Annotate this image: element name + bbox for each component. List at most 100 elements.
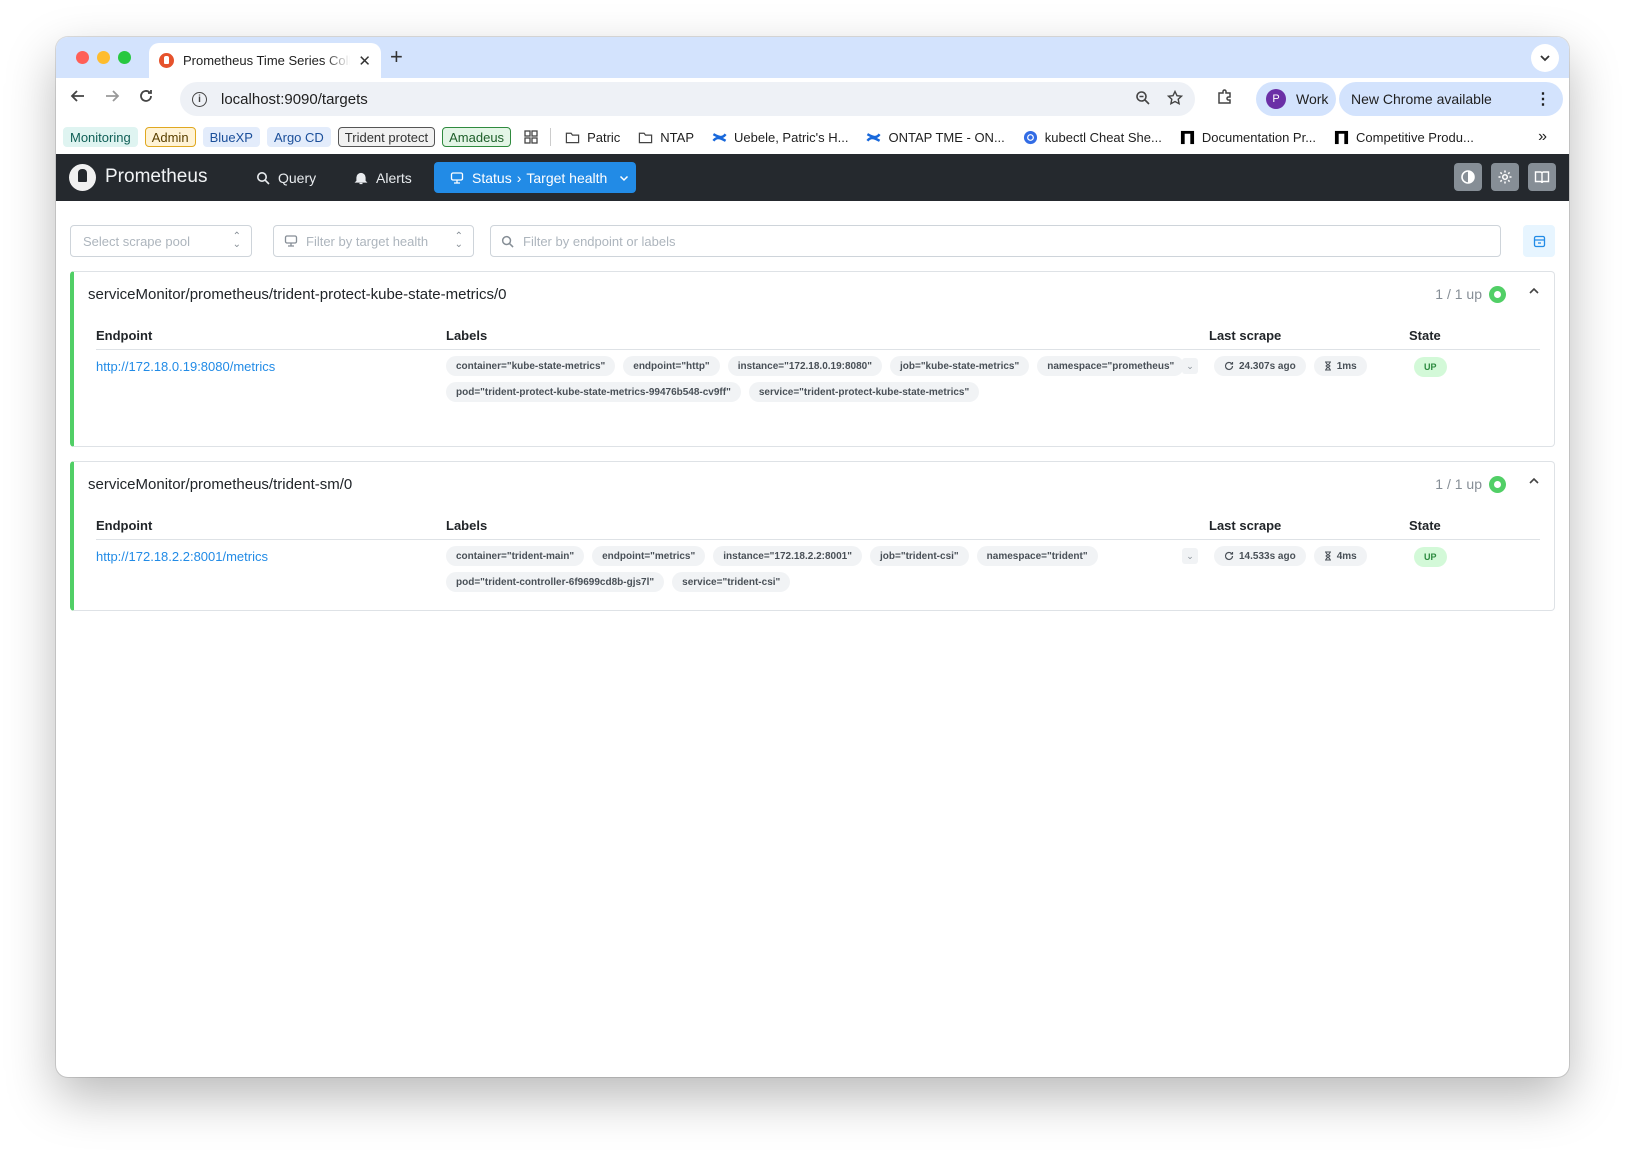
target-endpoint-link[interactable]: http://172.18.2.2:8001/metrics: [96, 549, 268, 564]
bookmark-star-icon[interactable]: [1167, 90, 1183, 106]
bookmark-item[interactable]: ONTAP TME - ON...: [866, 130, 1005, 145]
collapse-pool-button[interactable]: [1528, 284, 1540, 300]
scrape-pool-card: serviceMonitor/prometheus/trident-protec…: [70, 271, 1555, 447]
site-info-icon[interactable]: i: [192, 91, 207, 107]
tab-strip: Prometheus Time Series Collection and Pr…: [56, 37, 1569, 78]
bookmark-item[interactable]: Documentation Pr...: [1180, 130, 1316, 145]
scrape-pool-name[interactable]: serviceMonitor/prometheus/trident-sm/0: [88, 476, 352, 493]
bookmark-item[interactable]: Patric: [565, 130, 620, 145]
scrape-duration-text: 1ms: [1336, 360, 1357, 372]
scrape-pool-select[interactable]: Select scrape pool ⌃ ⌄: [70, 225, 252, 257]
bookmark-label: Competitive Produ...: [1356, 129, 1474, 145]
target-endpoint-link[interactable]: http://172.18.0.19:8080/metrics: [96, 359, 275, 374]
bookmark-chip[interactable]: BlueXP: [202, 127, 260, 147]
bookmark-chip[interactable]: Argo CD: [266, 127, 331, 147]
label-badge: service="trident-protect-kube-state-metr…: [748, 382, 980, 402]
zoom-icon[interactable]: [1135, 90, 1151, 106]
target-labels: container="trident-main" endpoint="metric…: [446, 546, 1196, 592]
folder-icon: [639, 132, 653, 143]
scrape-pool-name[interactable]: serviceMonitor/prometheus/trident-protec…: [88, 286, 507, 303]
bookmark-item[interactable]: Uebele, Patric's H...: [712, 130, 848, 145]
target-health-placeholder: Filter by target health: [306, 233, 429, 249]
browser-window: Prometheus Time Series Collection and Pr…: [56, 37, 1569, 1077]
more-bookmarks-icon[interactable]: »: [1538, 128, 1547, 146]
target-health-select[interactable]: Filter by target health ⌃ ⌄: [273, 225, 474, 257]
settings-button[interactable]: [1491, 163, 1519, 191]
collapse-pool-button[interactable]: [1528, 474, 1540, 490]
theme-toggle-button[interactable]: [1454, 163, 1482, 191]
nav-query-label: Query: [278, 169, 317, 186]
search-icon: [257, 171, 270, 185]
kebab-menu-icon[interactable]: ⋮: [1535, 89, 1551, 109]
forward-button[interactable]: [104, 88, 120, 109]
collapse-all-button[interactable]: [1523, 225, 1555, 257]
hourglass-icon: [1324, 361, 1331, 371]
column-state: State: [1409, 518, 1441, 533]
close-window-button[interactable]: [76, 51, 89, 64]
bookmark-item[interactable]: NTAP: [638, 130, 694, 145]
chrome-update-button[interactable]: New Chrome available ⋮: [1339, 82, 1563, 116]
nav-status-label: Status: [472, 169, 512, 186]
health-ring-icon: [1489, 286, 1506, 303]
extensions-button[interactable]: [1216, 88, 1234, 111]
last-scrape-badge: 24.307s ago: [1214, 356, 1306, 376]
bookmark-chip[interactable]: Admin: [144, 127, 196, 147]
state-badge: UP: [1414, 547, 1447, 567]
tab-search-button[interactable]: [1531, 44, 1559, 72]
label-badge: service="trident-csi": [672, 572, 791, 592]
new-tab-button[interactable]: +: [390, 45, 403, 69]
scrape-pool-count: 1 / 1 up: [1435, 286, 1482, 302]
address-bar[interactable]: i localhost:9090/targets: [180, 82, 1195, 116]
update-label: New Chrome available: [1351, 91, 1492, 107]
server-icon: [450, 171, 464, 184]
reload-button[interactable]: [138, 88, 154, 109]
prometheus-logo-icon[interactable]: [69, 164, 96, 191]
app-title[interactable]: Prometheus: [105, 166, 207, 188]
contrast-icon: [1461, 170, 1475, 184]
bookmark-chip[interactable]: Amadeus: [442, 127, 512, 147]
browser-tab[interactable]: Prometheus Time Series Collection and Pr…: [149, 43, 381, 78]
bookmark-label: Documentation Pr...: [1201, 129, 1317, 145]
chevron-up-icon: [1529, 287, 1539, 294]
netapp-icon: [1180, 130, 1194, 145]
column-last-scrape: Last scrape: [1209, 328, 1282, 343]
endpoint-search-input[interactable]: Filter by endpoint or labels: [490, 225, 1501, 257]
zoom-window-button[interactable]: [118, 51, 131, 64]
expand-labels-button[interactable]: ⌄: [1182, 358, 1198, 374]
server-icon: [284, 235, 298, 247]
chevron-down-icon: [620, 175, 629, 181]
column-endpoint: Endpoint: [96, 518, 153, 533]
label-badge: pod="trident-protect-kube-state-metrics-…: [446, 382, 741, 402]
label-badge: instance="172.18.2.2:8001": [713, 546, 862, 566]
documentation-button[interactable]: [1528, 163, 1556, 191]
bookmark-item[interactable]: Competitive Produ...: [1334, 130, 1474, 145]
nav-alerts-label: Alerts: [376, 169, 412, 186]
label-badge: container="trident-main": [446, 546, 585, 566]
prometheus-header: Prometheus Query Alerts Status › Target …: [56, 154, 1569, 201]
bookmark-chip[interactable]: Trident protect: [337, 127, 436, 147]
reload-icon: [140, 90, 152, 102]
last-scrape: 14.533s ago 4ms: [1214, 546, 1367, 566]
bookmark-divider: [550, 128, 552, 146]
scrape-duration-text: 4ms: [1336, 550, 1357, 562]
label-badge: pod="trident-controller-6f9699cd8b-gjs7l…: [446, 572, 665, 592]
nav-alerts[interactable]: Alerts: [354, 154, 412, 201]
bookmark-item[interactable]: kubectl Cheat She...: [1023, 130, 1162, 145]
apps-grid-icon[interactable]: [524, 130, 538, 144]
select-chevrons-icon: ⌃ ⌄: [232, 231, 241, 250]
back-button[interactable]: [70, 88, 86, 109]
gear-icon: [1498, 170, 1512, 184]
last-scrape-text: 14.533s ago: [1239, 550, 1296, 562]
minimize-window-button[interactable]: [97, 51, 110, 64]
bookmark-chip[interactable]: Monitoring: [63, 127, 138, 147]
netapp-icon: [1334, 130, 1349, 145]
close-tab-icon[interactable]: ✕: [358, 52, 371, 70]
expand-labels-button[interactable]: ⌄: [1182, 548, 1198, 564]
column-labels: Labels: [446, 518, 488, 533]
chevron-down-icon: [1540, 55, 1550, 62]
profile-button[interactable]: P Work: [1256, 82, 1336, 116]
chevron-up-icon: [1529, 477, 1539, 484]
confluence-icon: [712, 132, 727, 142]
nav-query[interactable]: Query: [256, 154, 316, 201]
nav-status[interactable]: Status › Target health: [434, 162, 636, 193]
